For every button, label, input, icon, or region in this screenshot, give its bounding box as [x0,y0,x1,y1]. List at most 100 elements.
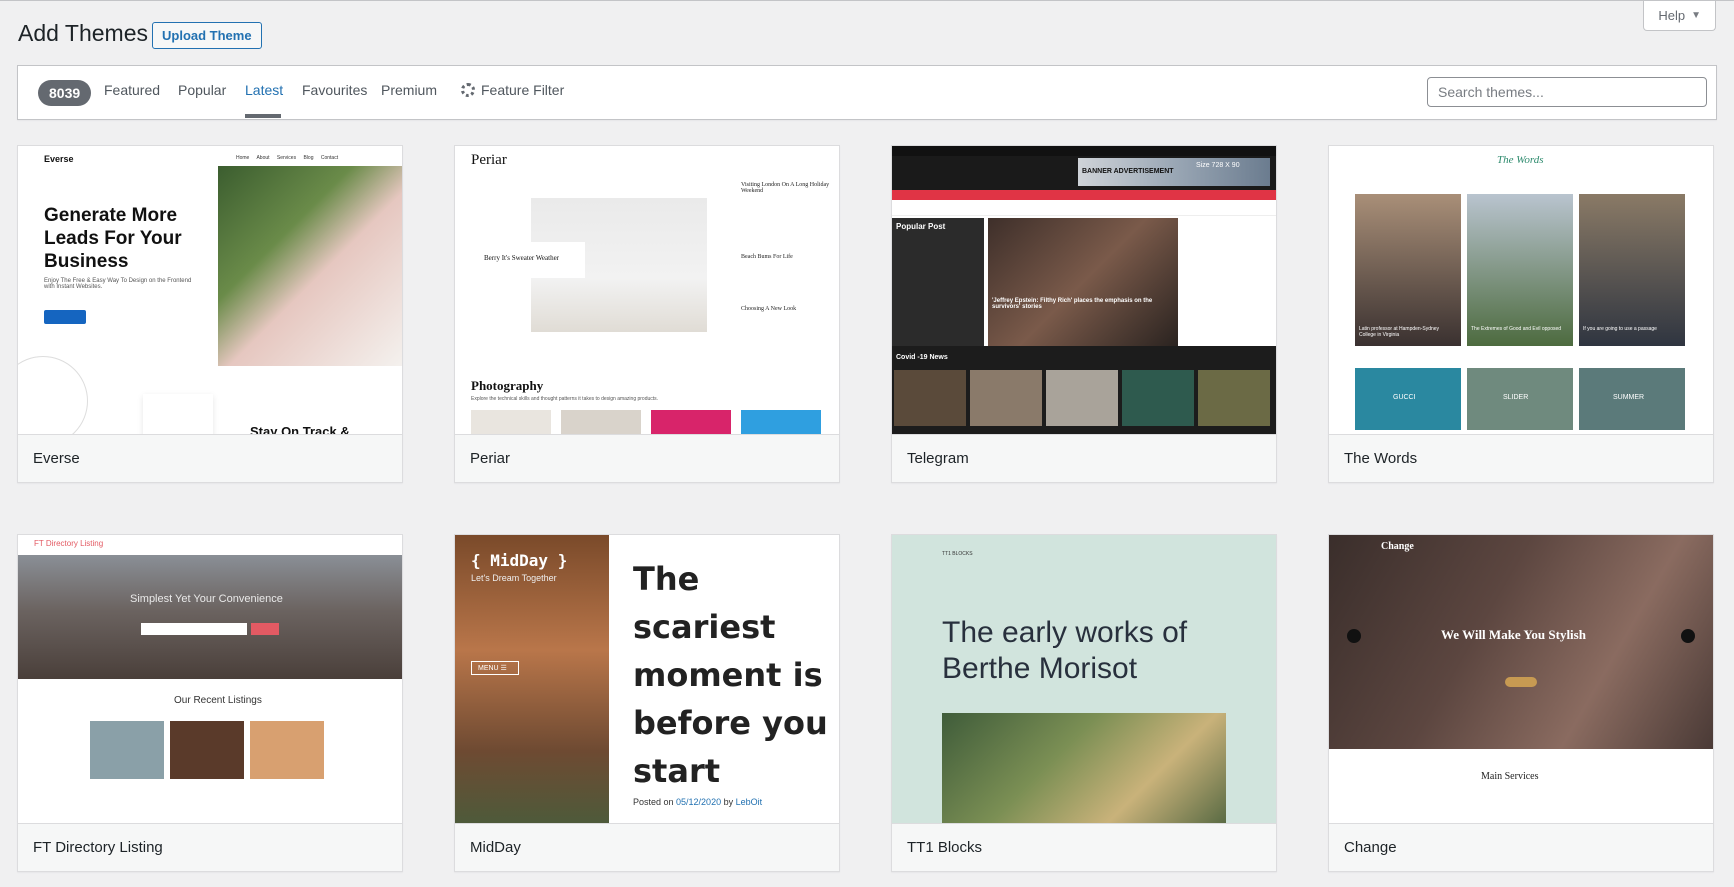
preview-popular-title: Popular Post [896,222,946,231]
preview-column: Latin professor at Hampden-Sydney Colleg… [1355,194,1461,346]
preview-topbar [892,146,1276,156]
preview-section-text: Explore the technical skills and thought… [471,396,659,402]
search-themes-input[interactable] [1427,77,1707,107]
preview-photo [218,166,402,366]
preview-covid-title: Covid -19 News [896,354,948,361]
preview-tile: SUMMER [1579,368,1685,430]
preview-listing [170,721,244,779]
preview-painting [942,713,1226,823]
theme-card-midday[interactable]: { MidDay } Let's Dream Together MENU ☰ T… [454,534,840,872]
tab-favourites[interactable]: Favourites [302,82,367,98]
theme-card-change[interactable]: Change We Will Make You Stylish Main Ser… [1328,534,1714,872]
preview-listing [90,721,164,779]
theme-filter-bar: 8039 Featured Popular Latest Favourites … [17,65,1717,120]
theme-card-periar[interactable]: Periar Berry It's Sweater Weather Visiti… [454,145,840,483]
theme-name: Change [1329,823,1713,871]
chevron-left-icon [1347,629,1361,643]
preview-side-item: Beach Bums For Life [741,254,793,260]
theme-card-the-words[interactable]: The Words Latin professor at Hampden-Syd… [1328,145,1714,483]
preview-card [143,394,213,434]
theme-screenshot[interactable]: Periar Berry It's Sweater Weather Visiti… [455,146,839,434]
theme-count-badge: 8039 [38,80,92,106]
theme-screenshot[interactable]: FT Directory Listing Simplest Yet Your C… [18,535,402,823]
preview-section-title: Our Recent Listings [174,695,262,706]
preview-caption: The Extremes of Good and Evil opposed [1471,326,1562,332]
tab-latest[interactable]: Latest [245,82,283,98]
preview-tile-label: SUMMER [1613,394,1645,401]
theme-name: The Words [1329,434,1713,482]
theme-name: Everse [18,434,402,482]
preview-headline: We Will Make You Stylish [1441,627,1586,642]
preview-logo: Change [1381,541,1414,552]
preview-headline: The early works of Berthe Morisot [942,616,1188,685]
preview-tile: GUCCI [1355,368,1461,430]
preview-posted: Posted on 05/12/2020 by LebOit [633,797,763,807]
tab-premium[interactable]: Premium [381,82,437,98]
top-border [0,0,1734,1]
preview-column: The Extremes of Good and Evil opposed [1467,194,1573,346]
help-tab-button[interactable]: Help ▼ [1643,1,1716,31]
theme-name: TT1 Blocks [892,823,1276,871]
preview-side-item: Visiting London On A Long Holiday Weeken… [741,182,830,194]
preview-thumb [561,410,641,434]
theme-screenshot[interactable]: TT1 BLOCKS The early works of Berthe Mor… [892,535,1276,823]
preview-decoration [18,356,88,434]
preview-popular: Popular Post [892,218,984,346]
theme-screenshot[interactable]: Change We Will Make You Stylish Main Ser… [1329,535,1713,823]
preview-thumb [1046,370,1118,426]
preview-menu-button: MENU ☰ [471,661,519,675]
preview-ad-size: Size 728 X 90 [1196,162,1240,169]
theme-screenshot[interactable]: { MidDay } Let's Dream Together MENU ☰ T… [455,535,839,823]
preview-caption-box: Berry It's Sweater Weather [480,242,585,278]
tab-popular[interactable]: Popular [178,82,226,98]
theme-card-everse[interactable]: Everse Home About Services Blog Contact … [17,145,403,483]
preview-search-button [251,623,279,635]
theme-screenshot[interactable]: The Words Latin professor at Hampden-Syd… [1329,146,1713,434]
preview-tagline: Let's Dream Together [471,573,557,583]
preview-side-item: Choosing A New Look [741,306,797,312]
gear-icon [461,83,475,97]
preview-menu-label: MENU ☰ [478,665,507,672]
preview-footer-text: Stay On Track & [250,424,350,434]
preview-hero [18,555,402,679]
preview-section-title: Main Services [1481,771,1539,782]
preview-thumb [894,370,966,426]
preview-tile-label: SLIDER [1503,394,1529,401]
preview-hero-title: Simplest Yet Your Convenience [130,593,283,605]
upload-theme-button[interactable]: Upload Theme [152,22,262,49]
preview-logo: The Words [1497,154,1544,166]
preview-logo: Periar [471,152,507,168]
theme-card-tt1-blocks[interactable]: TT1 BLOCKS The early works of Berthe Mor… [891,534,1277,872]
preview-tile-label: GUCCI [1393,394,1416,401]
theme-card-ft-directory-listing[interactable]: FT Directory Listing Simplest Yet Your C… [17,534,403,872]
preview-column: If you are going to use a passage [1579,194,1685,346]
preview-caption: Berry It's Sweater Weather [484,254,560,262]
preview-thumb [651,410,731,434]
theme-card-telegram[interactable]: BANNER ADVERTISEMENT Size 728 X 90 Popul… [891,145,1277,483]
preview-thumb [741,410,821,434]
theme-screenshot[interactable]: Everse Home About Services Blog Contact … [18,146,402,434]
preview-thumb [1122,370,1194,426]
preview-headline: The scariest moment is before you start [633,560,828,790]
preview-headline: 'Jeffrey Epstein: Filthy Rich' places th… [992,298,1153,310]
theme-name: Telegram [892,434,1276,482]
theme-name: MidDay [455,823,839,871]
preview-breaking [892,202,1276,216]
active-tab-indicator [245,114,281,118]
preview-listing [250,721,324,779]
preview-sidebar [1182,218,1276,346]
preview-section-title: Photography [471,378,544,393]
tab-featured[interactable]: Featured [104,82,160,98]
feature-filter-button[interactable]: Feature Filter [461,82,564,98]
theme-name: Periar [455,434,839,482]
preview-headline: Generate More Leads For Your Business [44,205,182,272]
preview-nav [892,190,1276,200]
preview-caption: If you are going to use a passage [1583,326,1657,332]
preview-main-story: 'Jeffrey Epstein: Filthy Rich' places th… [988,218,1178,346]
preview-caption: Latin professor at Hampden-Sydney Colleg… [1359,326,1440,338]
chevron-right-icon [1681,629,1695,643]
preview-tagline: Enjoy The Free & Easy Way To Design on t… [44,278,192,290]
preview-button [1505,677,1537,687]
theme-screenshot[interactable]: BANNER ADVERTISEMENT Size 728 X 90 Popul… [892,146,1276,434]
preview-button [44,310,86,324]
